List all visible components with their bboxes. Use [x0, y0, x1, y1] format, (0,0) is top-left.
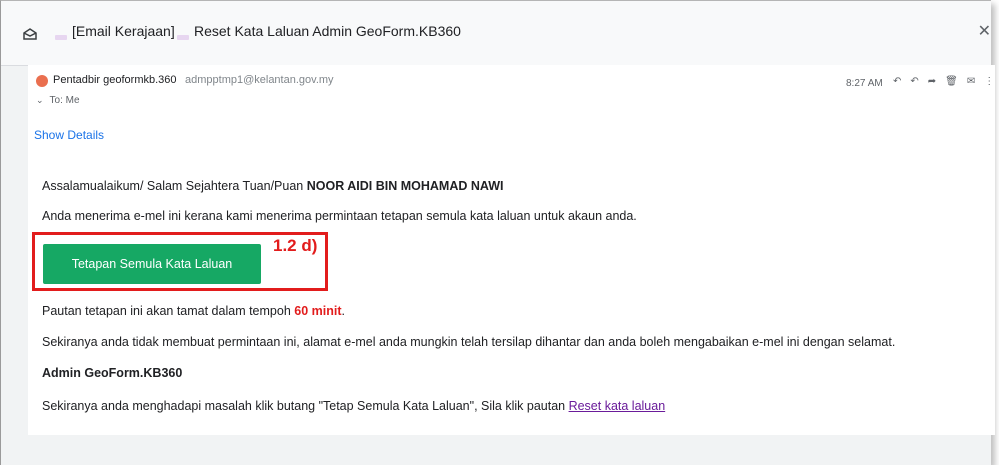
reset-password-link[interactable]: Reset kata laluan	[569, 399, 666, 413]
recipient-row[interactable]: ⌄ To: Me	[36, 95, 80, 106]
recipient-label: To: Me	[49, 95, 80, 106]
sender-name[interactable]: Pentadbir geoformkb.360	[53, 74, 177, 86]
greeting-line: Assalamualaikum/ Salam Sejahtera Tuan/Pu…	[42, 179, 503, 193]
expiry-prefix: Pautan tetapan ini akan tamat dalam temp…	[42, 304, 295, 318]
reply-all-icon[interactable]: ↶	[910, 76, 918, 88]
email-window: [Email Kerajaan] Reset Kata Laluan Admin…	[0, 0, 995, 465]
recipient-name: NOOR AIDI BIN MOHAMAD NAWI	[306, 179, 504, 193]
close-icon[interactable]: ✕	[978, 21, 991, 41]
delete-icon[interactable]: 🗑	[945, 76, 958, 88]
reply-icon[interactable]: ↶	[893, 76, 901, 88]
subject-title: Reset Kata Laluan Admin GeoForm.KB360	[194, 23, 461, 39]
label-chip	[177, 35, 189, 40]
envelope-open-icon	[23, 28, 37, 40]
message-time: 8:27 AM	[846, 78, 883, 89]
mail-icon[interactable]: ✉	[967, 76, 975, 88]
avatar	[36, 75, 48, 87]
more-icon[interactable]: ⋮	[984, 76, 994, 88]
expiry-line: Pautan tetapan ini akan tamat dalam temp…	[42, 304, 345, 318]
ignore-note: Sekiranya anda tidak membuat permintaan …	[42, 335, 896, 349]
expiry-suffix: .	[341, 304, 345, 318]
reset-password-button[interactable]: Tetapan Semula Kata Laluan	[43, 244, 261, 284]
signature: Admin GeoForm.KB360	[42, 366, 183, 380]
email-titlebar: [Email Kerajaan] Reset Kata Laluan Admin…	[1, 1, 991, 66]
annotation-label: 1.2 d)	[273, 236, 318, 255]
sender-email[interactable]: admpptmp1@kelantan.gov.my	[185, 74, 334, 86]
label-chip	[55, 35, 67, 40]
trouble-prefix: Sekiranya anda menghadapi masalah klik b…	[42, 399, 569, 413]
expiry-value: 60 minit	[294, 304, 342, 318]
subject-prefix: [Email Kerajaan]	[72, 23, 175, 39]
trouble-line: Sekiranya anda menghadapi masalah klik b…	[42, 399, 665, 413]
reset-notice: Anda menerima e-mel ini kerana kami mene…	[42, 209, 637, 223]
message-pane: Pentadbir geoformkb.360 admpptmp1@kelant…	[28, 65, 995, 435]
forward-icon[interactable]: ➦	[928, 76, 936, 88]
greeting-prefix: Assalamualaikum/ Salam Sejahtera Tuan/Pu…	[42, 179, 307, 193]
show-details-link[interactable]: Show Details	[34, 128, 104, 142]
chevron-down-icon[interactable]: ⌄	[36, 95, 44, 106]
message-actions: ↶ ↶ ➦ 🗑 ✉ ⋮	[893, 76, 994, 88]
